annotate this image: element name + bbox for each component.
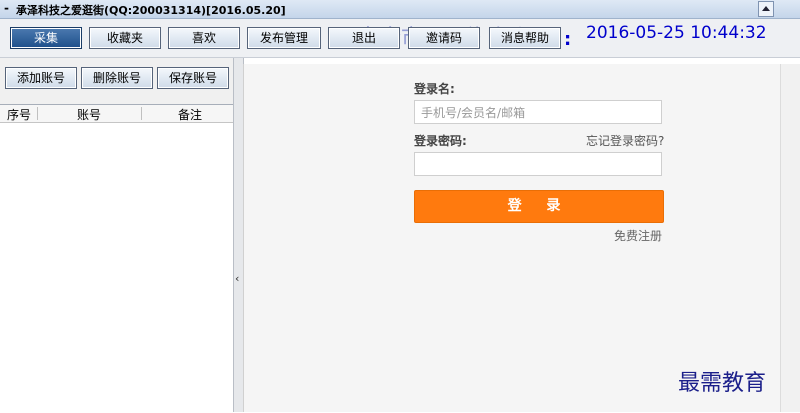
favorites-button[interactable]: 收藏夹 [89, 27, 161, 49]
message-help-button[interactable]: 消息帮助 [489, 27, 561, 49]
table-header: 序号 账号 备注 [0, 105, 233, 123]
column-header-account[interactable]: 账号 [77, 106, 101, 123]
column-divider[interactable] [141, 107, 142, 120]
register-link[interactable]: 免费注册 [614, 227, 662, 244]
forgot-password-link[interactable]: 忘记登录密码? [586, 132, 664, 149]
exit-button[interactable]: 退出 [328, 27, 400, 49]
title-bar: - 承泽科技之爱逛街(QQ:200031314)[2016.05.20] [0, 0, 800, 19]
publish-manage-button[interactable]: 发布管理 [247, 27, 321, 49]
add-account-button[interactable]: 添加账号 [5, 67, 77, 89]
column-header-index[interactable]: 序号 [7, 106, 31, 123]
clock-display: 2016-05-25 10:44:32 [586, 23, 767, 43]
main-toolbar: 采集 收藏夹 喜欢 发布管理 圣中全市 买 赚 上 源 退出 邀请码 消息帮助 … [0, 19, 800, 58]
save-account-button[interactable]: 保存账号 [157, 67, 229, 89]
collapse-window-button[interactable] [758, 1, 774, 17]
delete-account-button[interactable]: 删除账号 [81, 67, 153, 89]
invite-code-button[interactable]: 邀请码 [408, 27, 480, 49]
login-button[interactable]: 登 录 [414, 190, 664, 223]
window-title: 承泽科技之爱逛街(QQ:200031314)[2016.05.20] [16, 4, 286, 17]
login-page: 登录名: 手机号/会员名/邮箱 登录密码: 忘记登录密码? 登 录 免费注册 [243, 64, 780, 412]
password-label: 登录密码: [414, 134, 467, 148]
account-panel: 添加账号 删除账号 保存账号 序号 账号 备注 [0, 58, 234, 413]
account-table[interactable]: 序号 账号 备注 [0, 104, 233, 413]
password-input[interactable] [414, 152, 662, 176]
vertical-scrollbar[interactable] [780, 64, 800, 412]
system-menu-icon[interactable]: - [4, 1, 9, 15]
collapse-left-icon[interactable]: ‹ [235, 272, 239, 285]
collect-button[interactable]: 采集 [10, 27, 82, 49]
likes-button[interactable]: 喜欢 [168, 27, 240, 49]
username-input[interactable]: 手机号/会员名/邮箱 [414, 100, 662, 124]
column-header-note[interactable]: 备注 [178, 106, 202, 123]
clock-separator: : [564, 29, 572, 50]
username-label: 登录名: [414, 82, 455, 96]
column-divider[interactable] [37, 107, 38, 120]
watermark-text: 最需教育 [678, 371, 767, 396]
